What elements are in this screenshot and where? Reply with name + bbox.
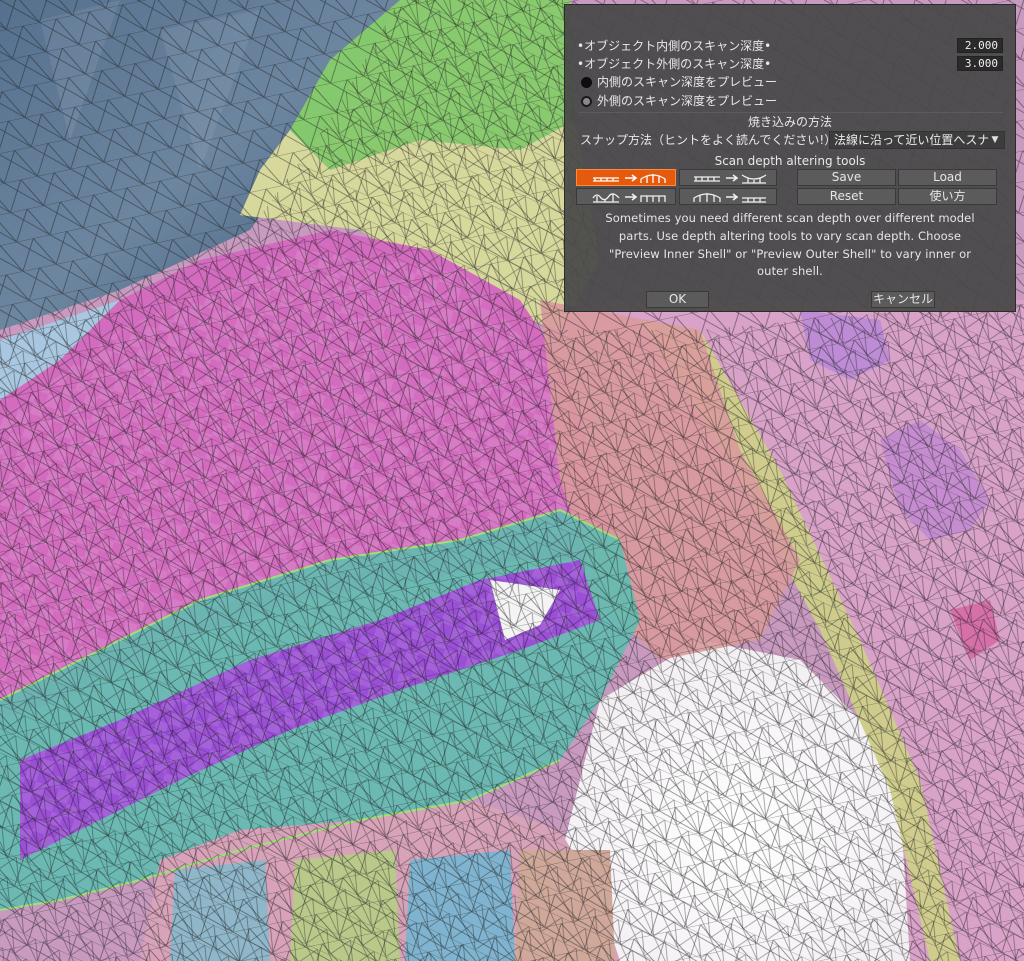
bake-settings-dialog: •オブジェクト内側のスキャン深度• 2.000 •オブジェクト外側のスキャン深度… — [564, 4, 1016, 312]
preview-outer-label: 外側のスキャン深度をプレビュー — [597, 94, 778, 108]
load-button[interactable]: Load — [898, 169, 997, 186]
bumps-to-arch-icon — [592, 193, 666, 203]
inner-scan-depth-label: •オブジェクト内側のスキャン深度• — [577, 39, 772, 53]
outer-scan-depth-input[interactable]: 3.000 — [957, 56, 1003, 71]
bake-method-heading-row: 焼き込みの方法 — [565, 113, 1015, 131]
tool-flat-to-dip-button[interactable] — [679, 169, 777, 186]
outer-scan-depth-row: •オブジェクト外側のスキャン深度• 3.000 — [565, 55, 1015, 73]
description-line: outer shell. — [757, 264, 823, 279]
preview-inner-radio-row[interactable]: 内側のスキャン深度をプレビュー — [565, 73, 1015, 91]
inner-scan-depth-row: •オブジェクト内側のスキャン深度• 2.000 — [565, 37, 1015, 55]
usage-button[interactable]: 使い方 — [898, 188, 997, 205]
tools-heading: Scan depth altering tools — [714, 154, 866, 168]
snap-method-value: 法線に沿って近い位置へスナ — [834, 133, 990, 147]
outer-scan-depth-label: •オブジェクト外側のスキャン深度• — [577, 57, 772, 71]
chevron-down-icon[interactable]: ▼ — [988, 132, 1002, 148]
flat-to-dip-icon — [694, 174, 767, 184]
preview-inner-label: 内側のスキャン深度をプレビュー — [597, 75, 778, 89]
save-button[interactable]: Save — [797, 169, 896, 186]
preview-inner-radio[interactable] — [581, 77, 592, 88]
snap-method-dropdown[interactable]: 法線に沿って近い位置へスナ ▼ — [829, 131, 1005, 149]
tool-bumps-to-arch-button[interactable] — [576, 188, 676, 205]
cancel-button[interactable]: キャンセル — [871, 291, 935, 308]
snap-method-label: スナップ方法（ヒントをよく読んでください!） — [580, 133, 837, 147]
arch-to-flat-icon — [693, 193, 766, 203]
description-line: "Preview Inner Shell" or "Preview Outer … — [608, 246, 972, 261]
tool-flat-to-arch-button[interactable] — [576, 169, 676, 186]
description-line: Sometimes you need different scan depth … — [605, 211, 975, 225]
snap-method-row: スナップ方法（ヒントをよく読んでください!） 法線に沿って近い位置へスナ ▼ — [565, 131, 1015, 149]
tool-arch-to-flat-button[interactable] — [679, 188, 777, 205]
bake-method-heading: 焼き込みの方法 — [747, 115, 832, 129]
preview-outer-radio[interactable] — [581, 96, 592, 107]
description-line: parts. Use depth altering tools to vary … — [618, 228, 962, 243]
flat-to-arch-icon — [593, 174, 666, 183]
ok-button[interactable]: OK — [646, 291, 709, 308]
preview-outer-radio-row[interactable]: 外側のスキャン深度をプレビュー — [565, 92, 1015, 110]
tools-description: Sometimes you need different scan depth … — [583, 210, 997, 281]
reset-button[interactable]: Reset — [797, 188, 896, 205]
tools-heading-row: Scan depth altering tools — [565, 152, 1015, 170]
inner-scan-depth-input[interactable]: 2.000 — [957, 38, 1003, 53]
